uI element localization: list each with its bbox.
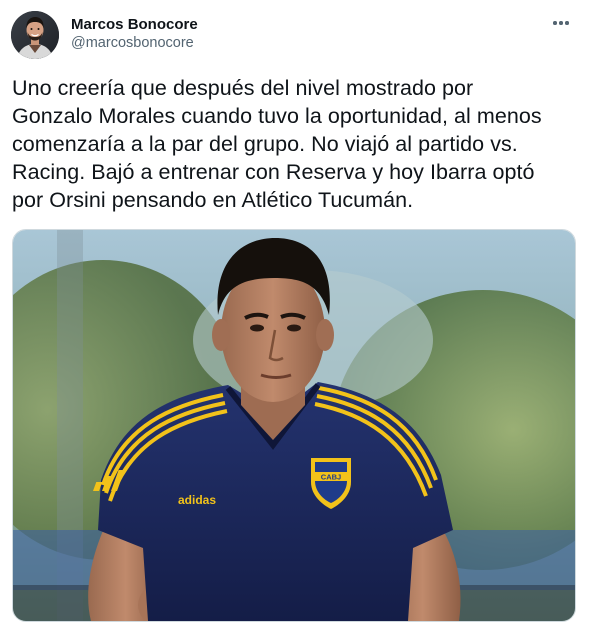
avatar-image [11,11,59,59]
tweet-card: Marcos Bonocore @marcosbonocore Uno cree… [0,0,589,634]
author-names: Marcos Bonocore @marcosbonocore [71,15,198,53]
more-dot [565,21,569,25]
kit-brand-text: adidas [178,493,216,507]
more-dot [559,21,563,25]
more-dot [553,21,557,25]
crest-text: CABJ [321,473,341,482]
tweet-text: Uno creería que después del nivel mostra… [12,76,542,212]
author-avatar[interactable] [11,11,59,59]
tweet-photo[interactable]: adidas CABJ [12,229,576,622]
author-handle[interactable]: @marcosbonocore [71,34,198,53]
tweet-header: Marcos Bonocore @marcosbonocore [11,11,573,61]
author-display-name[interactable]: Marcos Bonocore [71,15,198,34]
more-horizontal-icon[interactable] [549,15,573,31]
photo-player-training: adidas CABJ [13,230,575,621]
